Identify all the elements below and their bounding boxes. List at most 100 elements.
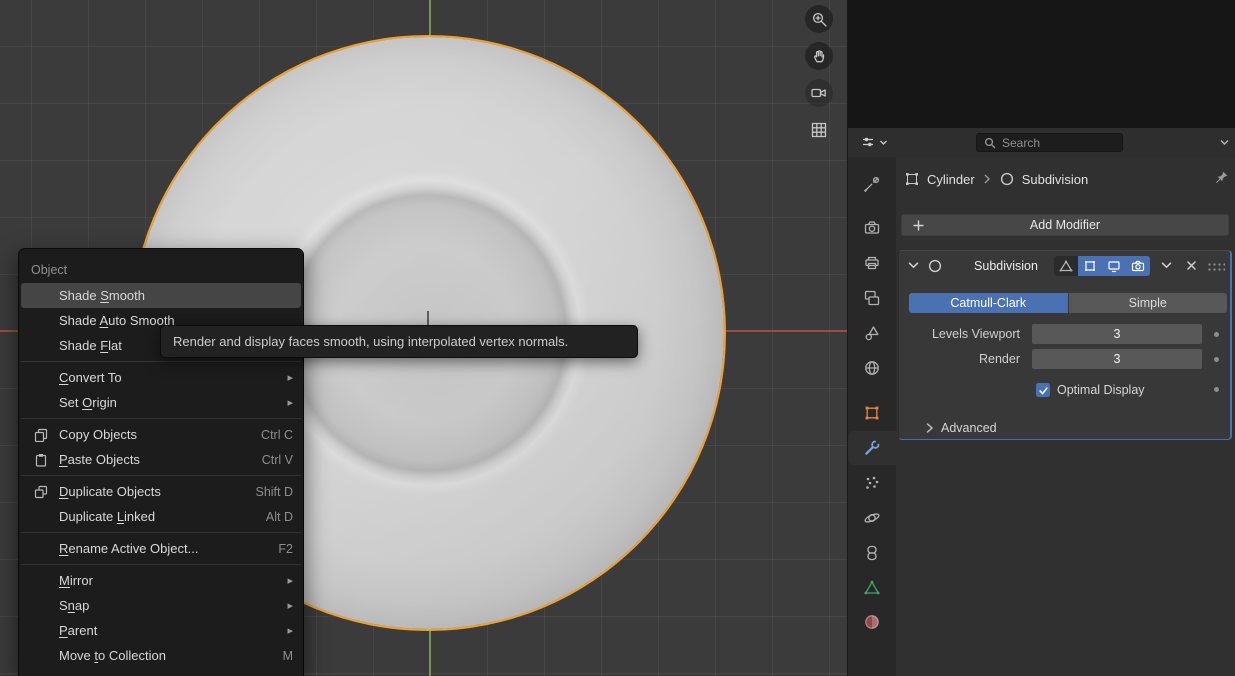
- tab-world[interactable]: [848, 352, 896, 384]
- menu-item-shortcut: Alt D: [248, 510, 293, 524]
- toggle-realtime-display[interactable]: [1102, 256, 1126, 276]
- menu-item-label: Duplicate Objects: [59, 484, 161, 499]
- scene-icon: [863, 324, 881, 342]
- drag-handle-icon[interactable]: [1207, 262, 1225, 271]
- breadcrumb-chevron-icon: [982, 173, 992, 185]
- tool-icon: [863, 175, 881, 193]
- tab-particles[interactable]: [848, 467, 896, 499]
- grid-icon: [810, 121, 828, 139]
- animate-dot[interactable]: [1214, 332, 1219, 337]
- edit-mode-icon: [1083, 259, 1097, 273]
- properties-main: Cylinder Subdivision Add Modifier: [896, 157, 1235, 676]
- menu-item-copy-objects[interactable]: Copy ObjectsCtrl C: [21, 422, 301, 447]
- menu-item-label: Mirror: [59, 573, 93, 588]
- toggle-on-cage[interactable]: [1054, 256, 1078, 276]
- cage-icon: [1059, 259, 1073, 273]
- menu-item-set-origin[interactable]: Set Origin▸: [21, 390, 301, 415]
- pin-id-button[interactable]: [1214, 170, 1229, 185]
- add-modifier-label: Add Modifier: [1030, 218, 1100, 232]
- close-icon: [1185, 259, 1198, 272]
- tab-object-data[interactable]: [848, 572, 896, 604]
- menu-item-label: Shade Auto Smooth: [59, 313, 175, 328]
- copy-icon: [31, 428, 51, 442]
- object-context-menu: Object Shade SmoothShade Auto SmoothShad…: [18, 248, 304, 676]
- tab-scene[interactable]: [848, 317, 896, 349]
- constraint-links-icon: [863, 544, 881, 562]
- modifier-panel-header[interactable]: Subdivision: [899, 251, 1230, 281]
- blender-window: Object Shade SmoothShade Auto SmoothShad…: [0, 0, 1235, 676]
- menu-item-label: Move to Collection: [59, 648, 166, 663]
- optimal-display-checkbox[interactable]: [1036, 383, 1050, 397]
- tab-object[interactable]: [848, 397, 896, 429]
- levels-viewport-field[interactable]: 3: [1032, 324, 1202, 344]
- menu-item-convert-to[interactable]: Convert To▸: [21, 365, 301, 390]
- menu-item-label: Shade Flat: [59, 338, 122, 353]
- camera-view-gizmo-button[interactable]: [805, 79, 833, 107]
- menu-item-move-to-collection[interactable]: Move to Collection M: [21, 643, 301, 668]
- properties-header: Search: [848, 128, 1235, 158]
- menu-item-shortcut: M: [265, 649, 293, 663]
- menu-item-label: Paste Objects: [59, 452, 140, 467]
- simple-button[interactable]: Simple: [1069, 293, 1228, 313]
- modifier-display-toggles: [1054, 256, 1150, 276]
- menu-item-rename-active-object[interactable]: Rename Active Object...F2: [21, 536, 301, 561]
- tab-view-layer[interactable]: [848, 282, 896, 314]
- delete-modifier-button[interactable]: [1185, 259, 1198, 272]
- menu-item-snap[interactable]: Snap▸: [21, 593, 301, 618]
- menu-item-shade-smooth[interactable]: Shade Smooth: [21, 283, 301, 308]
- subdivision-algorithm-segment: Catmull-Clark Simple: [909, 293, 1227, 313]
- header-options-button[interactable]: [1219, 137, 1230, 148]
- zoom-gizmo-button[interactable]: [805, 5, 833, 33]
- menu-item-paste-objects[interactable]: Paste ObjectsCtrl V: [21, 447, 301, 472]
- toggle-render-display[interactable]: [1126, 256, 1150, 276]
- editor-type-button[interactable]: [860, 134, 888, 150]
- search-input[interactable]: Search: [976, 133, 1123, 152]
- tab-material[interactable]: [848, 606, 896, 638]
- outliner-panel: [848, 0, 1235, 129]
- menu-item-duplicate-linked[interactable]: Duplicate LinkedAlt D: [21, 504, 301, 529]
- material-sphere-icon: [863, 613, 881, 631]
- animate-dot[interactable]: [1214, 357, 1219, 362]
- menu-item-label: Convert To: [59, 370, 122, 385]
- render-camera-icon: [863, 219, 881, 237]
- expand-panel-button[interactable]: [907, 259, 920, 272]
- pin-icon: [1214, 170, 1229, 185]
- hand-icon: [811, 48, 828, 65]
- modifier-extras-button[interactable]: [1160, 259, 1173, 272]
- pan-gizmo-button[interactable]: [805, 42, 833, 70]
- chevron-down-icon: [1219, 137, 1230, 148]
- toggle-edit-mode-display[interactable]: [1078, 256, 1102, 276]
- tab-constraints[interactable]: [848, 537, 896, 569]
- advanced-section-header[interactable]: Advanced: [925, 417, 997, 439]
- menu-item-parent[interactable]: Parent▸: [21, 618, 301, 643]
- tooltip: Render and display faces smooth, using i…: [160, 325, 638, 358]
- menu-item-duplicate-objects[interactable]: Duplicate ObjectsShift D: [21, 479, 301, 504]
- catmull-clark-button[interactable]: Catmull-Clark: [909, 293, 1068, 313]
- tab-render[interactable]: [848, 212, 896, 244]
- tab-physics[interactable]: [848, 502, 896, 534]
- tab-output[interactable]: [848, 247, 896, 279]
- submenu-arrow-icon: ▸: [269, 624, 293, 637]
- optimal-display-label: Optimal Display: [1057, 380, 1145, 400]
- menu-separator: [21, 532, 301, 533]
- right-editor-column: Search: [847, 0, 1235, 676]
- animate-dot[interactable]: [1214, 387, 1219, 392]
- menu-item-mirror[interactable]: Mirror ▸: [21, 568, 301, 593]
- menu-item-shortcut: Ctrl C: [243, 428, 293, 442]
- breadcrumb-modifier[interactable]: Subdivision: [1022, 172, 1089, 187]
- tab-modifiers[interactable]: [848, 431, 896, 465]
- menu-separator: [21, 475, 301, 476]
- add-modifier-button[interactable]: Add Modifier: [901, 214, 1229, 236]
- modifier-name-field[interactable]: Subdivision: [961, 251, 1051, 281]
- render-levels-field[interactable]: 3: [1032, 349, 1202, 369]
- modifier-icon: [999, 171, 1015, 187]
- tab-tool[interactable]: [848, 168, 896, 200]
- search-icon: [984, 137, 996, 149]
- object-square-icon: [863, 404, 881, 422]
- camera-icon: [810, 84, 828, 102]
- breadcrumb-object[interactable]: Cylinder: [927, 172, 975, 187]
- monitor-icon: [1107, 259, 1121, 273]
- submenu-arrow-icon: ▸: [269, 574, 293, 587]
- chevron-down-icon: [907, 259, 920, 272]
- toggle-grid-gizmo-button[interactable]: [805, 116, 833, 144]
